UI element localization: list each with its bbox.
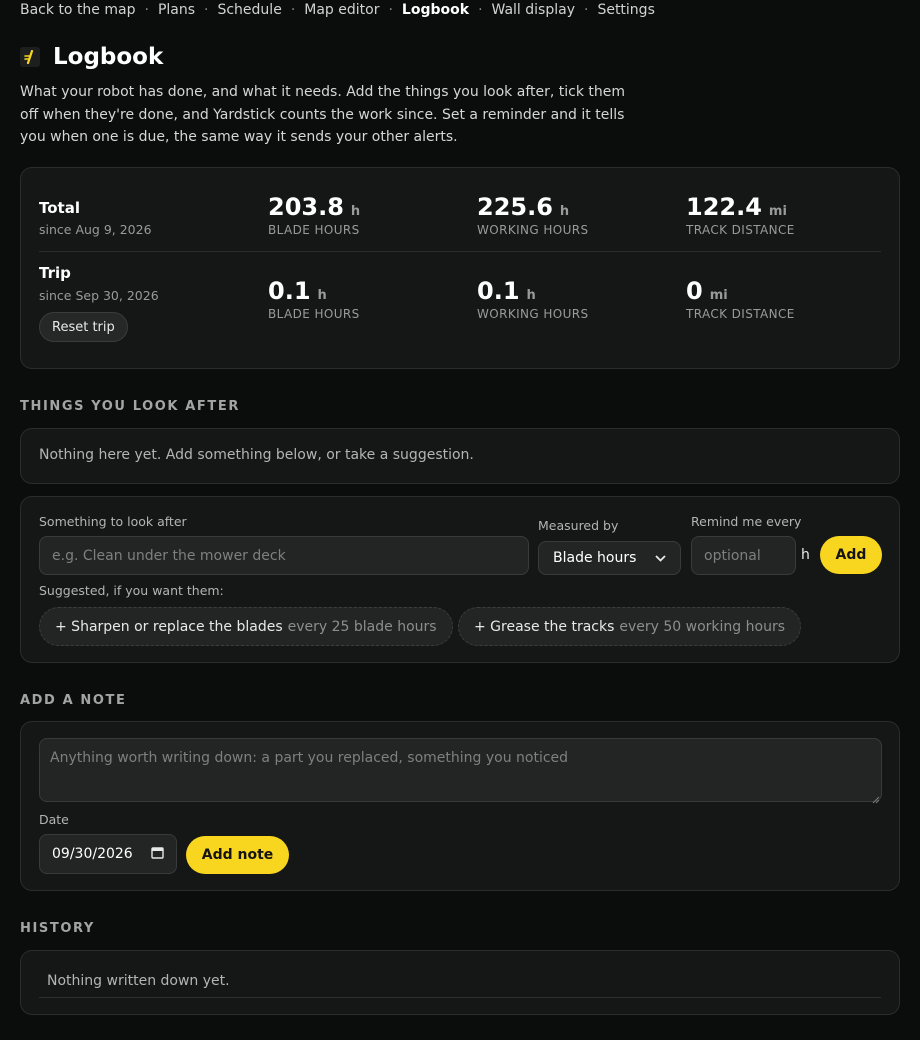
item-name-input[interactable] <box>39 536 529 575</box>
page-intro: What your robot has done, and what it ne… <box>20 84 626 145</box>
resize-grip-icon[interactable] <box>872 792 880 804</box>
add-item-form: Something to look after Measured by Blad… <box>20 496 900 663</box>
stat-caption: WORKING HOURS <box>477 223 589 237</box>
total-stats-row: Total since Aug 9, 2026 203.8 h BLADE HOU… <box>21 168 899 252</box>
stat-caption: TRACK DISTANCE <box>686 307 795 321</box>
stat-caption: BLADE HOURS <box>268 307 360 321</box>
top-nav: Back to the map · Plans · Schedule · Map… <box>20 0 655 20</box>
add-note-form: Date 09/30/2026 Add note <box>20 721 900 891</box>
suggestion-frequency: every 25 blade hours <box>287 618 437 635</box>
stat-value: 0.1 <box>477 277 520 305</box>
nav-settings[interactable]: Settings <box>597 2 654 18</box>
nav-separator: · <box>290 2 296 18</box>
trip-blade-hours: 0.1 h BLADE HOURS <box>268 277 360 321</box>
total-track-distance: 122.4 mi TRACK DISTANCE <box>686 193 795 237</box>
chevron-down-icon <box>655 550 666 566</box>
nav-separator: · <box>583 2 589 18</box>
add-note-button[interactable]: Add note <box>186 836 289 874</box>
date-label: Date <box>39 812 69 827</box>
look-after-empty-text: Nothing here yet. Add something below, o… <box>39 447 474 463</box>
stats-card: Total since Aug 9, 2026 203.8 h BLADE HOU… <box>20 167 900 369</box>
nav-map-editor[interactable]: Map editor <box>304 2 379 18</box>
yardstick-logo-icon <box>20 47 40 67</box>
measured-by-label: Measured by <box>538 518 619 533</box>
stat-value: 0 <box>686 277 703 305</box>
page-header: Logbook <box>20 42 163 72</box>
trip-stats-row: Trip since Sep 30, 2026 Reset trip 0.1 h … <box>21 252 899 368</box>
stat-unit: h <box>350 204 361 219</box>
nav-separator: · <box>144 2 149 18</box>
suggested-label: Suggested, if you want them: <box>39 583 224 598</box>
stat-caption: BLADE HOURS <box>268 223 360 237</box>
note-textarea[interactable] <box>39 738 882 802</box>
nav-plans[interactable]: Plans <box>158 2 195 18</box>
stat-unit: mi <box>709 288 728 303</box>
history-divider <box>39 997 881 998</box>
total-blade-hours: 203.8 h BLADE HOURS <box>268 193 360 237</box>
stat-unit: h <box>526 288 536 303</box>
add-item-button[interactable]: Add <box>820 536 882 574</box>
history-empty-text: Nothing written down yet. <box>47 973 230 989</box>
calendar-icon[interactable] <box>151 846 164 863</box>
stat-value: 203.8 <box>268 193 344 221</box>
stat-caption: TRACK DISTANCE <box>686 223 795 237</box>
total-label: Total <box>39 199 80 217</box>
nav-separator: · <box>478 2 483 18</box>
remind-label: Remind me every <box>691 514 802 529</box>
trip-working-hours: 0.1 h WORKING HOURS <box>477 277 589 321</box>
stat-caption: WORKING HOURS <box>477 307 589 321</box>
trip-track-distance: 0 mi TRACK DISTANCE <box>686 277 795 321</box>
history-heading: HISTORY <box>20 921 95 936</box>
date-value: 09/30/2026 <box>52 846 133 862</box>
remind-unit: h <box>801 547 810 563</box>
note-date-input[interactable]: 09/30/2026 <box>39 834 177 874</box>
trip-label: Trip <box>39 264 71 282</box>
suggestion-sharpen-blades[interactable]: + Sharpen or replace the blades every 25… <box>39 607 453 646</box>
suggestion-label: + Grease the tracks <box>474 618 615 635</box>
suggestion-frequency: every 50 working hours <box>619 618 785 635</box>
look-after-heading: THINGS YOU LOOK AFTER <box>20 399 240 414</box>
nav-logbook[interactable]: Logbook <box>402 2 469 18</box>
history-list: Nothing written down yet. <box>20 950 900 1015</box>
stat-unit: mi <box>768 204 787 219</box>
stat-unit: h <box>317 288 327 303</box>
look-after-list: Nothing here yet. Add something below, o… <box>20 428 900 484</box>
stat-value: 225.6 <box>477 193 553 221</box>
stat-unit: h <box>559 204 570 219</box>
suggestion-label: + Sharpen or replace the blades <box>55 618 283 635</box>
stat-value: 122.4 <box>686 193 762 221</box>
total-working-hours: 225.6 h WORKING HOURS <box>477 193 589 237</box>
trip-since: since Sep 30, 2026 <box>39 288 159 303</box>
remind-interval-input[interactable] <box>691 536 796 575</box>
measured-by-value: Blade hours <box>553 550 637 566</box>
add-note-heading: ADD A NOTE <box>20 693 127 708</box>
stat-value: 0.1 <box>268 277 311 305</box>
nav-wall-display[interactable]: Wall display <box>492 2 575 18</box>
item-name-label: Something to look after <box>39 514 187 529</box>
measured-by-select[interactable]: Blade hours <box>538 541 681 575</box>
nav-separator: · <box>388 2 393 18</box>
page-title: Logbook <box>53 44 164 70</box>
suggestion-grease-tracks[interactable]: + Grease the tracks every 50 working hou… <box>458 607 801 646</box>
nav-separator: · <box>204 2 209 18</box>
total-since: since Aug 9, 2026 <box>39 222 152 237</box>
nav-schedule[interactable]: Schedule <box>217 2 281 18</box>
reset-trip-button[interactable]: Reset trip <box>39 312 128 342</box>
nav-back-to-map[interactable]: Back to the map <box>20 2 135 18</box>
